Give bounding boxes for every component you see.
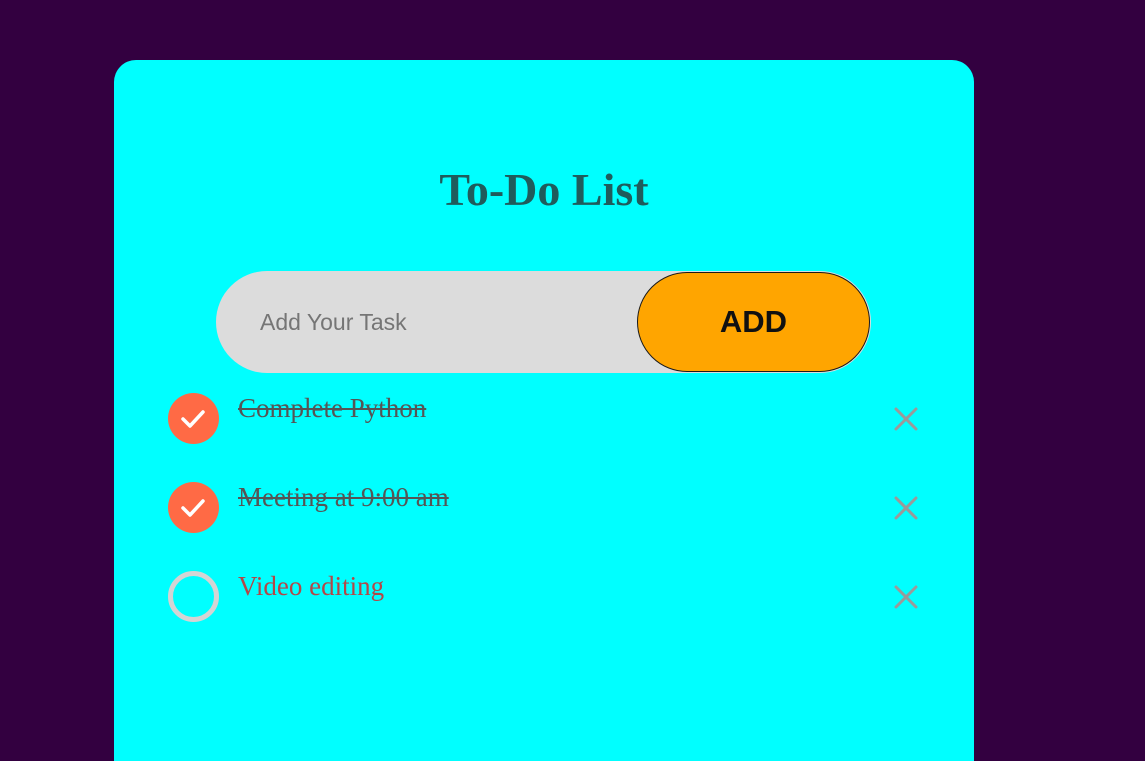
task-label[interactable]: Complete Python	[238, 391, 426, 425]
task-item[interactable]: Complete Python	[168, 393, 928, 453]
task-item[interactable]: Video editing	[168, 571, 928, 631]
checkmark-icon[interactable]	[168, 393, 219, 444]
task-input-row: ADD	[216, 271, 871, 373]
page-title: To-Do List	[439, 164, 649, 215]
task-label[interactable]: Video editing	[238, 569, 384, 603]
task-item[interactable]: Meeting at 9:00 am	[168, 482, 928, 542]
close-icon[interactable]	[890, 492, 922, 524]
close-icon[interactable]	[890, 581, 922, 613]
task-input[interactable]	[240, 297, 640, 347]
task-label[interactable]: Meeting at 9:00 am	[238, 480, 449, 514]
empty-circle-icon[interactable]	[168, 571, 219, 622]
close-icon[interactable]	[890, 403, 922, 435]
add-button[interactable]: ADD	[637, 272, 870, 372]
checkmark-icon[interactable]	[168, 482, 219, 533]
